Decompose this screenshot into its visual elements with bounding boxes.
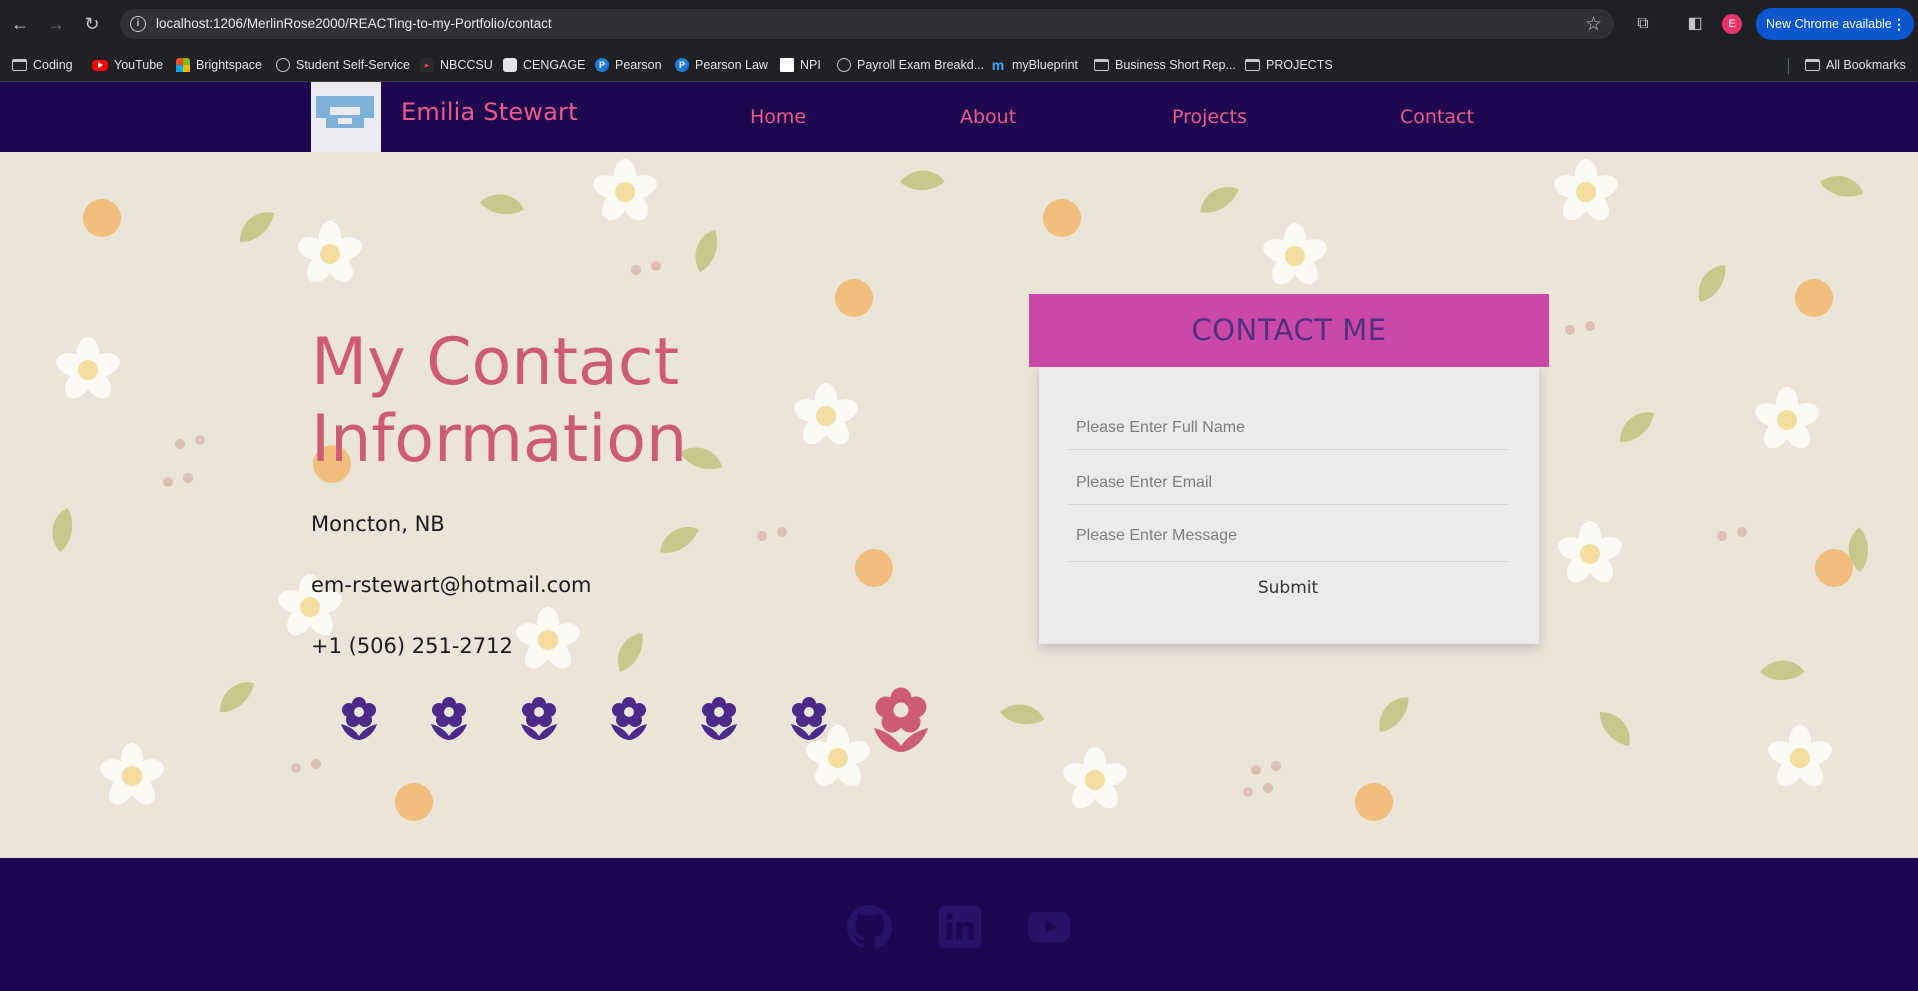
bookmark-myblueprint[interactable]: m myBlueprint: [990, 55, 1078, 75]
bookmark-npi[interactable]: NPI: [780, 55, 821, 75]
full-name-input[interactable]: [1068, 406, 1508, 450]
cengage-icon: [503, 58, 517, 72]
npi-icon: [780, 58, 794, 72]
bookmark-nbccsu[interactable]: ▸ NBCCSU: [420, 55, 493, 75]
bookmark-youtube[interactable]: YouTube: [92, 55, 163, 75]
location-text: Moncton, NB: [311, 512, 445, 536]
nav-contact-link[interactable]: Contact: [1400, 106, 1474, 128]
new-chrome-available-button[interactable]: New Chrome available ⋮: [1756, 8, 1914, 40]
bookmark-coding[interactable]: Coding: [12, 55, 73, 75]
bookmark-pearson-law[interactable]: P Pearson Law: [675, 55, 768, 75]
all-bookmarks[interactable]: All Bookmarks: [1805, 55, 1906, 75]
logo-icon: [316, 96, 374, 128]
contact-heading: My Contact Information: [311, 324, 811, 478]
site-info-icon[interactable]: i: [130, 16, 146, 32]
floral-background: [45, 159, 1873, 821]
more-menu-icon[interactable]: ⋮: [1892, 8, 1906, 40]
folder-icon: [1245, 59, 1260, 71]
linkedin-icon[interactable]: [937, 904, 983, 950]
back-arrow-icon[interactable]: ←: [8, 12, 32, 36]
extensions-icon[interactable]: ⧉: [1631, 12, 1655, 36]
flower-icon[interactable]: [519, 696, 559, 740]
message-input[interactable]: [1068, 510, 1508, 562]
flower-icon[interactable]: [429, 696, 469, 740]
microsoft-icon: [176, 58, 190, 72]
flower-icon[interactable]: [609, 696, 649, 740]
flower-icon[interactable]: [789, 696, 829, 740]
pearson-icon: P: [675, 58, 689, 72]
youtube-icon: [92, 59, 108, 71]
site-footer: [0, 858, 1918, 991]
myblueprint-icon: m: [991, 57, 1005, 73]
bookmark-star-icon[interactable]: ☆: [1585, 13, 1602, 36]
address-bar[interactable]: i localhost:1206/MerlinRose2000/REACTing…: [120, 9, 1614, 39]
side-panel-icon[interactable]: ◧: [1683, 12, 1707, 36]
brand-name[interactable]: Emilia Stewart: [401, 98, 578, 126]
phone-text[interactable]: +1 (506) 251-2712: [311, 634, 513, 658]
nav-home-link[interactable]: Home: [750, 106, 806, 128]
forward-arrow-icon[interactable]: →: [44, 12, 68, 36]
contact-heading-line2: Information: [311, 402, 688, 477]
bookmarks-bar: Coding YouTube Brightspace Student Self-…: [0, 48, 1918, 82]
bookmark-student-self-service[interactable]: Student Self-Service: [276, 55, 410, 75]
globe-icon: [276, 58, 290, 72]
folder-icon: [12, 59, 27, 71]
url-text[interactable]: localhost:1206/MerlinRose2000/REACTing-t…: [156, 16, 552, 31]
bookmark-business-short-rep[interactable]: Business Short Rep...: [1094, 55, 1236, 75]
submit-button[interactable]: Submit: [1168, 571, 1408, 605]
nav-about-link[interactable]: About: [960, 106, 1016, 128]
bookmark-pearson[interactable]: P Pearson: [595, 55, 662, 75]
email-text[interactable]: em-rstewart@hotmail.com: [311, 573, 592, 597]
folder-icon: [1094, 59, 1109, 71]
bookmark-cengage[interactable]: CENGAGE: [503, 55, 586, 75]
bookmark-brightspace[interactable]: Brightspace: [176, 55, 262, 75]
browser-toolbar: ← → ↻ i localhost:1206/MerlinRose2000/RE…: [0, 0, 1918, 48]
bookmarks-divider: [1788, 58, 1789, 74]
update-label: New Chrome available: [1766, 17, 1892, 31]
youtube-icon[interactable]: [1026, 904, 1072, 950]
site-navbar: Emilia Stewart Home About Projects Conta…: [0, 82, 1918, 152]
globe-icon: [837, 58, 851, 72]
flower-icon[interactable]: [339, 696, 379, 740]
bookmark-projects[interactable]: PROJECTS: [1245, 55, 1333, 75]
nbccsu-icon: ▸: [420, 58, 434, 72]
profile-avatar[interactable]: E: [1722, 14, 1742, 34]
flower-active-icon[interactable]: [871, 686, 931, 752]
contact-form-heading: CONTACT ME: [1029, 294, 1549, 367]
bookmark-payroll-exam[interactable]: Payroll Exam Breakd...: [837, 55, 984, 75]
reload-icon[interactable]: ↻: [80, 12, 104, 36]
folder-icon: [1805, 59, 1820, 71]
nav-projects-link[interactable]: Projects: [1172, 106, 1247, 128]
site-logo[interactable]: [311, 82, 381, 152]
contact-section: My Contact Information Moncton, NB em-rs…: [0, 152, 1918, 858]
flower-icon[interactable]: [699, 696, 739, 740]
pearson-icon: P: [595, 58, 609, 72]
email-input[interactable]: [1068, 461, 1508, 505]
github-icon[interactable]: [846, 904, 892, 950]
contact-heading-line1: My Contact: [311, 325, 680, 400]
